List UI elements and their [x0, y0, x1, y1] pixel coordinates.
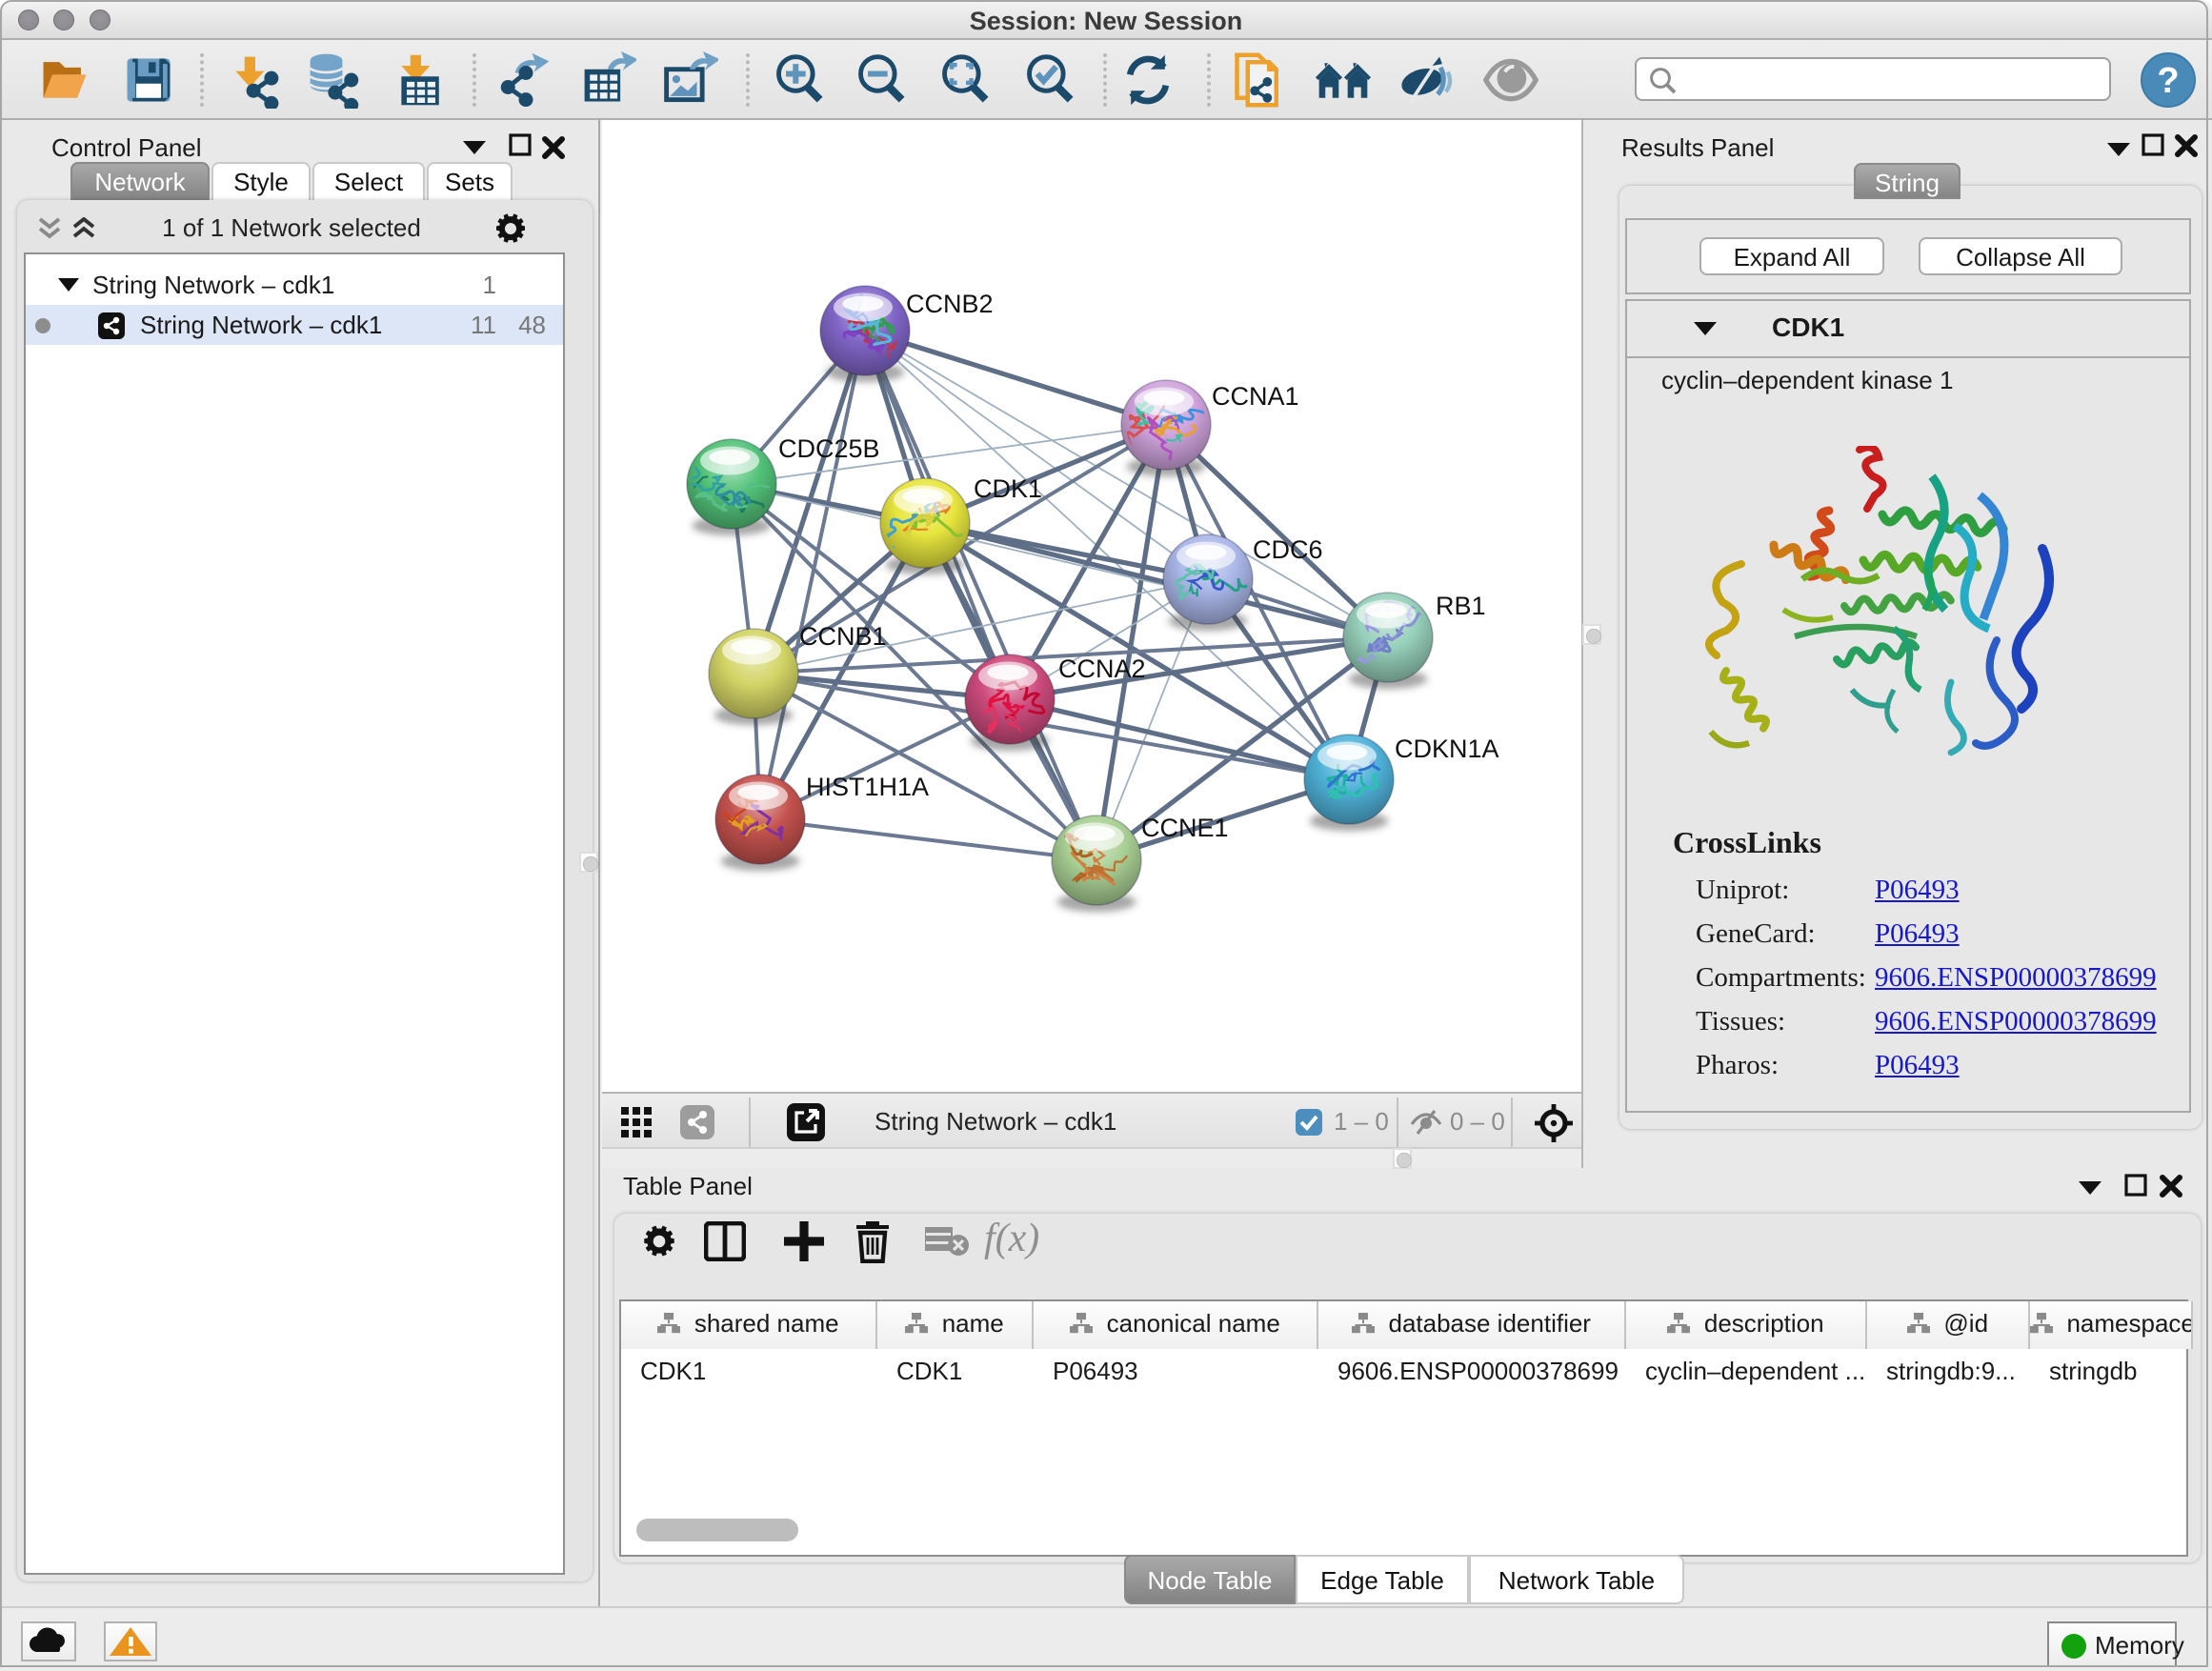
- svg-text:CDK1: CDK1: [974, 474, 1042, 503]
- svg-text:CCNE1: CCNE1: [1141, 814, 1229, 842]
- svg-text:CCNA2: CCNA2: [1058, 654, 1146, 683]
- svg-text:?: ?: [2157, 61, 2179, 101]
- svg-text:RB1: RB1: [1436, 592, 1486, 620]
- svg-text:CDKN1A: CDKN1A: [1395, 735, 1499, 763]
- svg-text:CDC25B: CDC25B: [778, 434, 880, 463]
- svg-text:CCNA1: CCNA1: [1212, 382, 1299, 411]
- svg-text:CCNB1: CCNB1: [799, 622, 887, 651]
- svg-text:CCNB2: CCNB2: [906, 290, 994, 318]
- svg-text:HIST1H1A: HIST1H1A: [806, 773, 929, 801]
- svg-text:CDC6: CDC6: [1253, 535, 1323, 564]
